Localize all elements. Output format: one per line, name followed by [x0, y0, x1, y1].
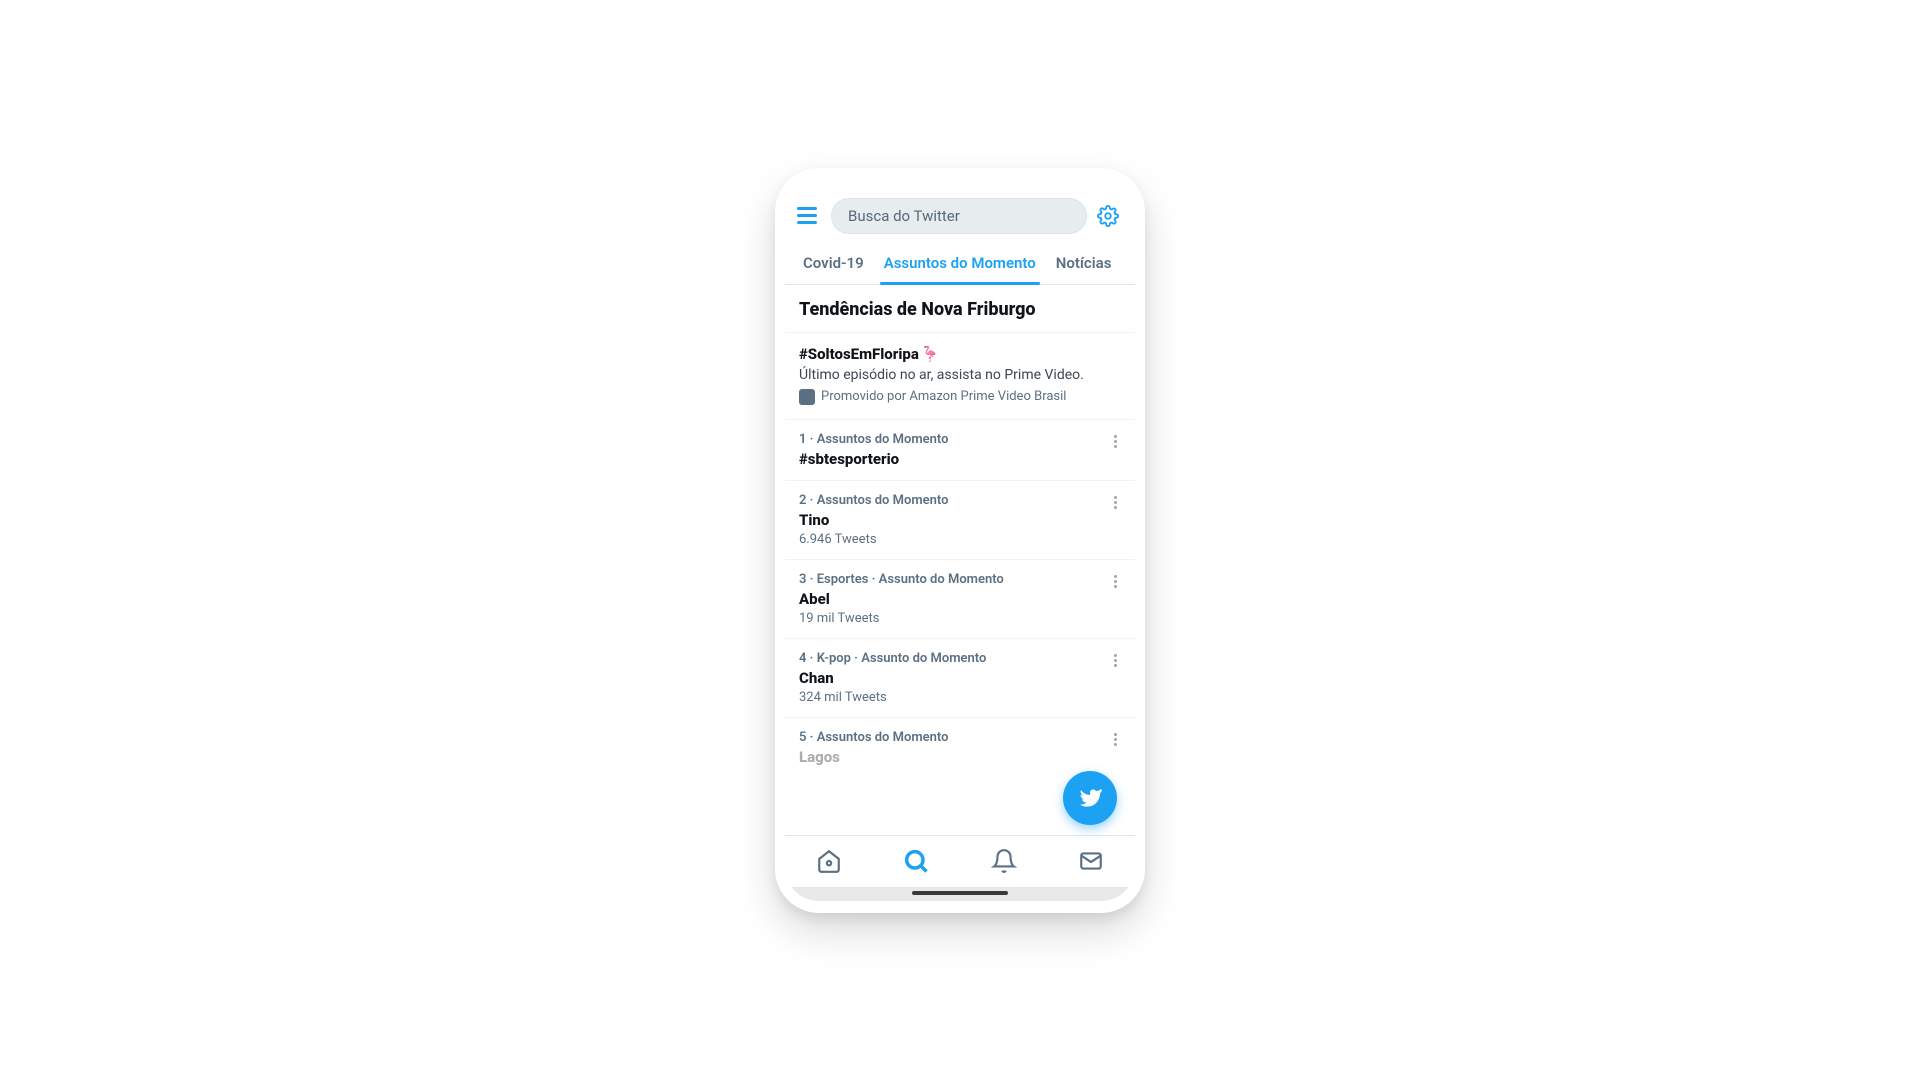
home-icon — [816, 848, 842, 874]
trend-topic: Chan — [799, 669, 1121, 687]
trend-topic: #sbtesporterio — [799, 450, 1121, 468]
home-indicator — [785, 887, 1135, 901]
feather-plus-icon — [1078, 786, 1102, 810]
promoted-hashtag: #SoltosEmFloripa — [799, 345, 919, 363]
menu-button[interactable] — [797, 203, 823, 229]
nav-messages[interactable] — [1077, 847, 1105, 875]
bottom-nav — [785, 835, 1135, 887]
settings-button[interactable] — [1095, 203, 1121, 229]
tab-trending[interactable]: Assuntos do Momento — [874, 240, 1046, 284]
trend-topic: Lagos — [799, 748, 1121, 766]
promoted-description: Último episódio no ar, assista no Prime … — [799, 367, 1121, 383]
trend-item-5[interactable]: 5 · Assuntos do Momento Lagos — [785, 718, 1135, 778]
compose-tweet-button[interactable] — [1063, 771, 1117, 825]
nav-home[interactable] — [815, 847, 843, 875]
nav-notifications[interactable] — [990, 847, 1018, 875]
gear-icon — [1097, 205, 1119, 227]
trend-count: 324 mil Tweets — [799, 690, 1121, 705]
tab-news[interactable]: Notícias — [1046, 240, 1122, 284]
search-input[interactable]: Busca do Twitter — [831, 198, 1087, 234]
promoted-icon — [799, 389, 815, 405]
trend-item-3[interactable]: 3 · Esportes · Assunto do Momento Abel 1… — [785, 560, 1135, 639]
trend-count: 6.946 Tweets — [799, 532, 1121, 547]
tab-covid19[interactable]: Covid-19 — [793, 240, 874, 284]
mail-icon — [1078, 848, 1104, 874]
trend-more-button[interactable] — [1105, 493, 1125, 513]
trend-meta: 4 · K-pop · Assunto do Momento — [799, 651, 1121, 666]
content: Tendências de Nova Friburgo #SoltosEmFlo… — [785, 285, 1135, 835]
trend-item-2[interactable]: 2 · Assuntos do Momento Tino 6.946 Tweet… — [785, 481, 1135, 560]
phone-frame: Busca do Twitter Covid-19 Assuntos do Mo… — [775, 168, 1145, 913]
promoted-by-row: Promovido por Amazon Prime Video Brasil — [799, 389, 1121, 405]
promoted-title: #SoltosEmFloripa🦩 — [799, 345, 1121, 363]
trend-more-button[interactable] — [1105, 651, 1125, 671]
trend-meta: 5 · Assuntos do Momento — [799, 730, 1121, 745]
promoted-emoji: 🦩 — [921, 345, 940, 363]
bell-icon — [991, 848, 1017, 874]
trend-count: 19 mil Tweets — [799, 611, 1121, 626]
search-icon — [902, 847, 930, 875]
promoted-by-label: Promovido por Amazon Prime Video Brasil — [821, 389, 1066, 404]
trend-meta: 3 · Esportes · Assunto do Momento — [799, 572, 1121, 587]
header: Busca do Twitter — [785, 192, 1135, 240]
trend-meta: 1 · Assuntos do Momento — [799, 432, 1121, 447]
search-placeholder: Busca do Twitter — [848, 207, 960, 225]
trend-topic: Abel — [799, 590, 1121, 608]
trend-meta: 2 · Assuntos do Momento — [799, 493, 1121, 508]
trend-item-4[interactable]: 4 · K-pop · Assunto do Momento Chan 324 … — [785, 639, 1135, 718]
trend-more-button[interactable] — [1105, 432, 1125, 452]
trends-heading: Tendências de Nova Friburgo — [785, 285, 1135, 332]
status-bar — [785, 180, 1135, 192]
trend-more-button[interactable] — [1105, 572, 1125, 592]
trend-item-1[interactable]: 1 · Assuntos do Momento #sbtesporterio — [785, 420, 1135, 481]
promoted-trend[interactable]: #SoltosEmFloripa🦩 Último episódio no ar,… — [785, 333, 1135, 420]
trend-more-button[interactable] — [1105, 730, 1125, 750]
screen: Busca do Twitter Covid-19 Assuntos do Mo… — [785, 180, 1135, 901]
trend-topic: Tino — [799, 511, 1121, 529]
tabs: Covid-19 Assuntos do Momento Notícias — [785, 240, 1135, 285]
nav-search[interactable] — [902, 847, 930, 875]
